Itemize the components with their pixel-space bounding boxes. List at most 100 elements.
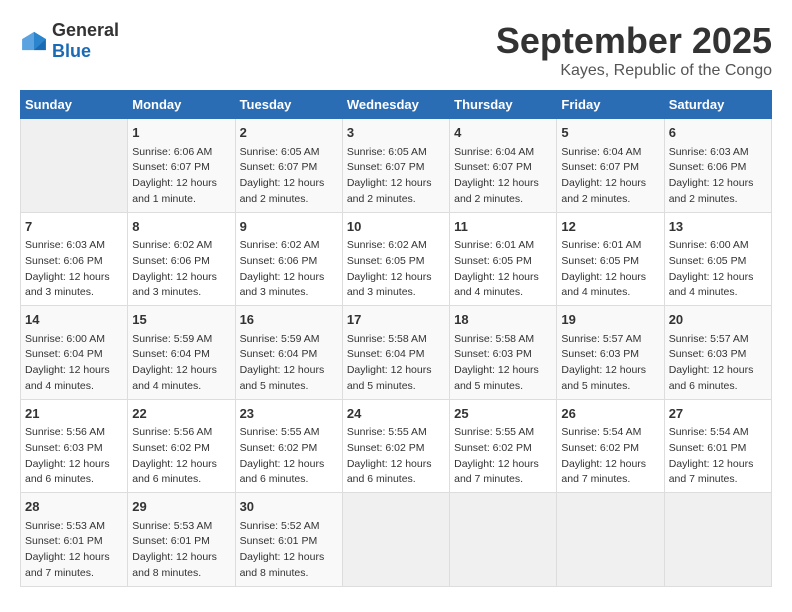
day-number: 24 (347, 404, 445, 424)
day-cell: 10Sunrise: 6:02 AM Sunset: 6:05 PM Dayli… (342, 212, 449, 306)
day-cell: 23Sunrise: 5:55 AM Sunset: 6:02 PM Dayli… (235, 399, 342, 493)
header-day-tuesday: Tuesday (235, 91, 342, 119)
logo-icon (20, 30, 48, 52)
calendar-header: SundayMondayTuesdayWednesdayThursdayFrid… (21, 91, 772, 119)
day-number: 20 (669, 310, 767, 330)
day-number: 11 (454, 217, 552, 237)
day-cell: 28Sunrise: 5:53 AM Sunset: 6:01 PM Dayli… (21, 493, 128, 587)
day-cell (342, 493, 449, 587)
day-number: 22 (132, 404, 230, 424)
day-cell: 15Sunrise: 5:59 AM Sunset: 6:04 PM Dayli… (128, 306, 235, 400)
day-cell: 27Sunrise: 5:54 AM Sunset: 6:01 PM Dayli… (664, 399, 771, 493)
day-number: 26 (561, 404, 659, 424)
day-cell: 25Sunrise: 5:55 AM Sunset: 6:02 PM Dayli… (450, 399, 557, 493)
day-cell: 1Sunrise: 6:06 AM Sunset: 6:07 PM Daylig… (128, 119, 235, 213)
day-cell: 2Sunrise: 6:05 AM Sunset: 6:07 PM Daylig… (235, 119, 342, 213)
day-cell: 22Sunrise: 5:56 AM Sunset: 6:02 PM Dayli… (128, 399, 235, 493)
header-day-monday: Monday (128, 91, 235, 119)
day-cell: 5Sunrise: 6:04 AM Sunset: 6:07 PM Daylig… (557, 119, 664, 213)
day-cell: 30Sunrise: 5:52 AM Sunset: 6:01 PM Dayli… (235, 493, 342, 587)
day-cell: 18Sunrise: 5:58 AM Sunset: 6:03 PM Dayli… (450, 306, 557, 400)
day-info: Sunrise: 6:05 AM Sunset: 6:07 PM Dayligh… (240, 145, 338, 208)
header-day-saturday: Saturday (664, 91, 771, 119)
title-area: September 2025 Kayes, Republic of the Co… (496, 20, 772, 80)
day-info: Sunrise: 6:04 AM Sunset: 6:07 PM Dayligh… (561, 145, 659, 208)
day-info: Sunrise: 5:58 AM Sunset: 6:04 PM Dayligh… (347, 332, 445, 395)
day-info: Sunrise: 6:02 AM Sunset: 6:05 PM Dayligh… (347, 238, 445, 301)
day-info: Sunrise: 6:01 AM Sunset: 6:05 PM Dayligh… (561, 238, 659, 301)
day-cell: 9Sunrise: 6:02 AM Sunset: 6:06 PM Daylig… (235, 212, 342, 306)
day-info: Sunrise: 6:03 AM Sunset: 6:06 PM Dayligh… (25, 238, 123, 301)
header: General Blue September 2025 Kayes, Repub… (20, 20, 772, 80)
day-number: 29 (132, 497, 230, 517)
day-info: Sunrise: 5:58 AM Sunset: 6:03 PM Dayligh… (454, 332, 552, 395)
day-number: 19 (561, 310, 659, 330)
day-info: Sunrise: 5:55 AM Sunset: 6:02 PM Dayligh… (240, 425, 338, 488)
week-row-2: 7Sunrise: 6:03 AM Sunset: 6:06 PM Daylig… (21, 212, 772, 306)
day-info: Sunrise: 5:52 AM Sunset: 6:01 PM Dayligh… (240, 519, 338, 582)
day-number: 1 (132, 123, 230, 143)
day-number: 5 (561, 123, 659, 143)
day-cell: 3Sunrise: 6:05 AM Sunset: 6:07 PM Daylig… (342, 119, 449, 213)
day-cell: 6Sunrise: 6:03 AM Sunset: 6:06 PM Daylig… (664, 119, 771, 213)
subtitle: Kayes, Republic of the Congo (496, 62, 772, 80)
day-number: 27 (669, 404, 767, 424)
day-info: Sunrise: 6:04 AM Sunset: 6:07 PM Dayligh… (454, 145, 552, 208)
day-info: Sunrise: 5:56 AM Sunset: 6:02 PM Dayligh… (132, 425, 230, 488)
day-number: 10 (347, 217, 445, 237)
day-info: Sunrise: 5:59 AM Sunset: 6:04 PM Dayligh… (240, 332, 338, 395)
day-number: 18 (454, 310, 552, 330)
day-info: Sunrise: 6:05 AM Sunset: 6:07 PM Dayligh… (347, 145, 445, 208)
logo-general: General (52, 20, 119, 40)
day-number: 30 (240, 497, 338, 517)
day-cell: 16Sunrise: 5:59 AM Sunset: 6:04 PM Dayli… (235, 306, 342, 400)
header-day-wednesday: Wednesday (342, 91, 449, 119)
day-info: Sunrise: 6:03 AM Sunset: 6:06 PM Dayligh… (669, 145, 767, 208)
day-cell: 13Sunrise: 6:00 AM Sunset: 6:05 PM Dayli… (664, 212, 771, 306)
day-info: Sunrise: 6:00 AM Sunset: 6:05 PM Dayligh… (669, 238, 767, 301)
logo: General Blue (20, 20, 119, 62)
logo-text: General Blue (52, 20, 119, 62)
day-number: 17 (347, 310, 445, 330)
day-number: 14 (25, 310, 123, 330)
calendar-table: SundayMondayTuesdayWednesdayThursdayFrid… (20, 90, 772, 587)
day-info: Sunrise: 5:57 AM Sunset: 6:03 PM Dayligh… (561, 332, 659, 395)
day-cell: 29Sunrise: 5:53 AM Sunset: 6:01 PM Dayli… (128, 493, 235, 587)
day-info: Sunrise: 5:53 AM Sunset: 6:01 PM Dayligh… (25, 519, 123, 582)
header-day-friday: Friday (557, 91, 664, 119)
day-number: 3 (347, 123, 445, 143)
day-cell: 11Sunrise: 6:01 AM Sunset: 6:05 PM Dayli… (450, 212, 557, 306)
day-number: 21 (25, 404, 123, 424)
day-number: 12 (561, 217, 659, 237)
day-number: 8 (132, 217, 230, 237)
day-info: Sunrise: 5:54 AM Sunset: 6:02 PM Dayligh… (561, 425, 659, 488)
day-cell: 17Sunrise: 5:58 AM Sunset: 6:04 PM Dayli… (342, 306, 449, 400)
day-number: 9 (240, 217, 338, 237)
week-row-3: 14Sunrise: 6:00 AM Sunset: 6:04 PM Dayli… (21, 306, 772, 400)
logo-blue: Blue (52, 41, 91, 61)
day-number: 13 (669, 217, 767, 237)
day-info: Sunrise: 6:02 AM Sunset: 6:06 PM Dayligh… (132, 238, 230, 301)
day-cell: 8Sunrise: 6:02 AM Sunset: 6:06 PM Daylig… (128, 212, 235, 306)
day-number: 4 (454, 123, 552, 143)
day-cell: 12Sunrise: 6:01 AM Sunset: 6:05 PM Dayli… (557, 212, 664, 306)
day-info: Sunrise: 6:00 AM Sunset: 6:04 PM Dayligh… (25, 332, 123, 395)
day-info: Sunrise: 6:01 AM Sunset: 6:05 PM Dayligh… (454, 238, 552, 301)
main-title: September 2025 (496, 20, 772, 62)
calendar-body: 1Sunrise: 6:06 AM Sunset: 6:07 PM Daylig… (21, 119, 772, 587)
day-info: Sunrise: 6:02 AM Sunset: 6:06 PM Dayligh… (240, 238, 338, 301)
day-cell: 26Sunrise: 5:54 AM Sunset: 6:02 PM Dayli… (557, 399, 664, 493)
day-cell: 21Sunrise: 5:56 AM Sunset: 6:03 PM Dayli… (21, 399, 128, 493)
day-cell: 20Sunrise: 5:57 AM Sunset: 6:03 PM Dayli… (664, 306, 771, 400)
header-day-thursday: Thursday (450, 91, 557, 119)
day-number: 23 (240, 404, 338, 424)
day-number: 6 (669, 123, 767, 143)
day-cell: 14Sunrise: 6:00 AM Sunset: 6:04 PM Dayli… (21, 306, 128, 400)
week-row-4: 21Sunrise: 5:56 AM Sunset: 6:03 PM Dayli… (21, 399, 772, 493)
day-cell: 7Sunrise: 6:03 AM Sunset: 6:06 PM Daylig… (21, 212, 128, 306)
day-info: Sunrise: 5:55 AM Sunset: 6:02 PM Dayligh… (454, 425, 552, 488)
day-info: Sunrise: 5:54 AM Sunset: 6:01 PM Dayligh… (669, 425, 767, 488)
day-info: Sunrise: 5:59 AM Sunset: 6:04 PM Dayligh… (132, 332, 230, 395)
day-number: 2 (240, 123, 338, 143)
day-cell: 24Sunrise: 5:55 AM Sunset: 6:02 PM Dayli… (342, 399, 449, 493)
